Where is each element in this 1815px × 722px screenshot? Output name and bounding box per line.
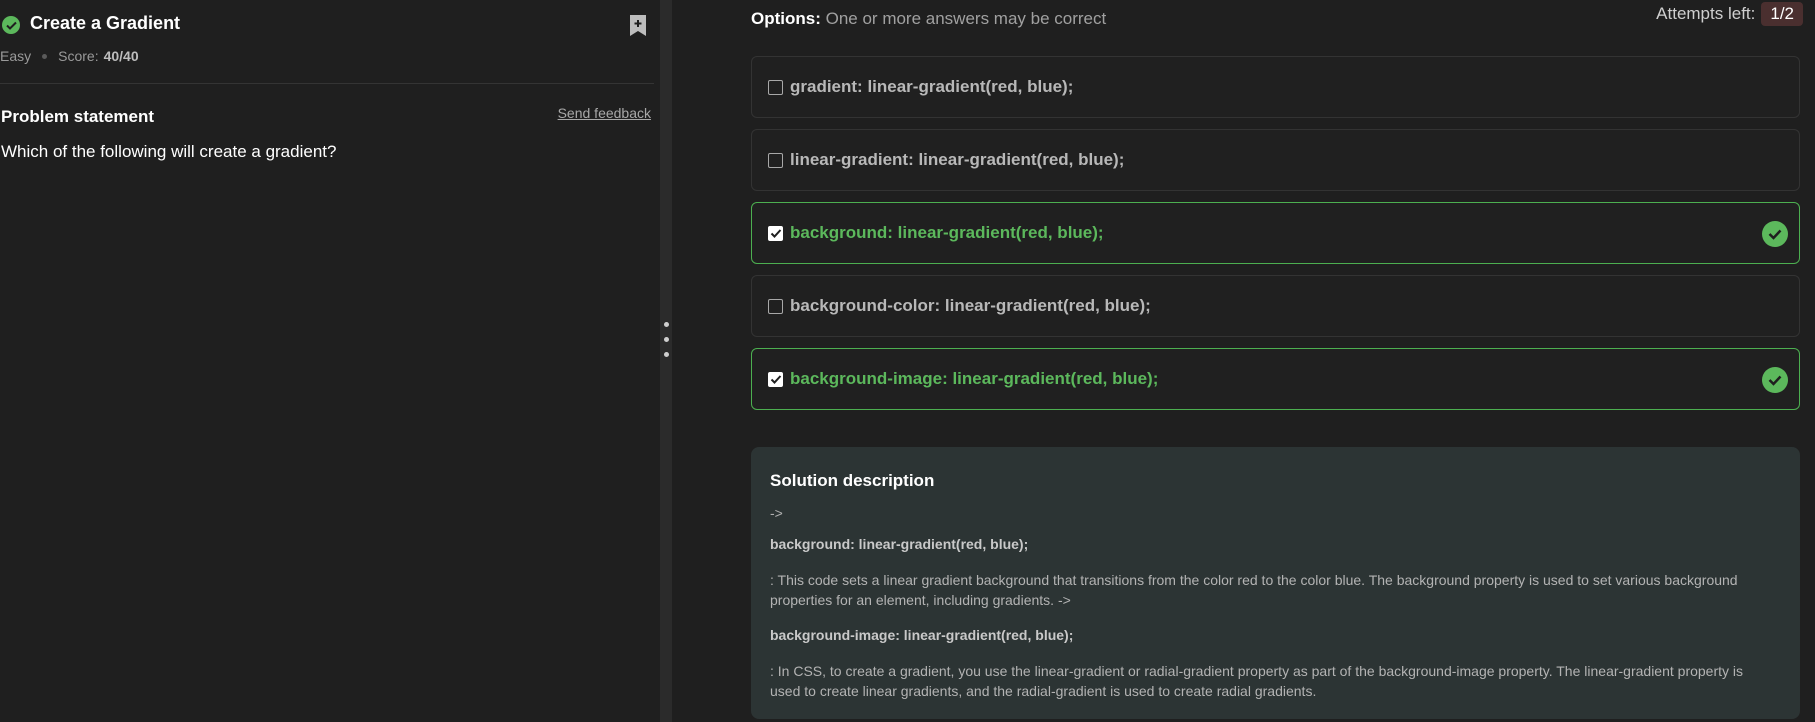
problem-panel: Create a Gradient Easy Score: 40/40 Prob… — [0, 0, 660, 722]
correct-check-icon — [1762, 221, 1788, 247]
solution-paragraph-1: : This code sets a linear gradient backg… — [770, 572, 1738, 608]
divider — [0, 83, 654, 84]
correct-check-icon — [1762, 367, 1788, 393]
options-hint: One or more answers may be correct — [825, 9, 1107, 28]
solution-title: Solution description — [770, 471, 935, 490]
solution-arrow: -> — [770, 505, 783, 521]
options-label: Options: — [751, 9, 821, 28]
question-text: Which of the following will create a gra… — [1, 142, 337, 161]
solution-code-2: background-image: linear-gradient(red, b… — [770, 627, 1074, 643]
option-text: background: linear-gradient(red, blue); — [790, 223, 1104, 242]
attempts-badge: 1/2 — [1761, 2, 1803, 26]
option-checkbox-checked[interactable] — [768, 226, 783, 241]
option-text: gradient: linear-gradient(red, blue); — [790, 77, 1074, 96]
separator-dot — [42, 53, 48, 59]
option-text: background-color: linear-gradient(red, b… — [790, 296, 1151, 315]
option-checkbox[interactable] — [768, 299, 783, 314]
option-5[interactable]: background-image: linear-gradient(red, b… — [751, 348, 1800, 410]
option-3[interactable]: background: linear-gradient(red, blue); — [751, 202, 1800, 264]
solved-check-icon — [2, 16, 20, 34]
options-header: Options: One or more answers may be corr… — [751, 9, 1106, 29]
option-4[interactable]: background-color: linear-gradient(red, b… — [751, 275, 1800, 337]
problem-meta: Easy Score: 40/40 — [0, 48, 139, 64]
attempts-label: Attempts left: — [1656, 4, 1756, 23]
option-checkbox-checked[interactable] — [768, 372, 783, 387]
score-value: 40/40 — [103, 48, 139, 64]
option-text: background-image: linear-gradient(red, b… — [790, 369, 1159, 388]
send-feedback-link[interactable]: Send feedback — [558, 105, 651, 121]
option-checkbox[interactable] — [768, 80, 783, 95]
option-1[interactable]: gradient: linear-gradient(red, blue); — [751, 56, 1800, 118]
bookmark-icon[interactable] — [628, 14, 648, 38]
difficulty-label: Easy — [0, 48, 32, 64]
problem-title: Create a Gradient — [30, 13, 181, 33]
option-checkbox[interactable] — [768, 153, 783, 168]
solution-description: Solution description -> background: line… — [751, 447, 1800, 719]
drag-handle-icon[interactable] — [664, 322, 669, 362]
solution-code-1: background: linear-gradient(red, blue); — [770, 536, 1029, 552]
problem-title-row: Create a Gradient — [0, 12, 660, 40]
solution-paragraph-2: : In CSS, to create a gradient, you use … — [770, 663, 1744, 699]
score-label: Score: — [58, 48, 99, 64]
problem-statement-heading: Problem statement — [1, 107, 155, 126]
option-text: linear-gradient: linear-gradient(red, bl… — [790, 150, 1125, 169]
answer-panel: Options: One or more answers may be corr… — [672, 0, 1815, 722]
attempts-indicator: Attempts left: 1/2 — [1656, 2, 1803, 26]
option-2[interactable]: linear-gradient: linear-gradient(red, bl… — [751, 129, 1800, 191]
